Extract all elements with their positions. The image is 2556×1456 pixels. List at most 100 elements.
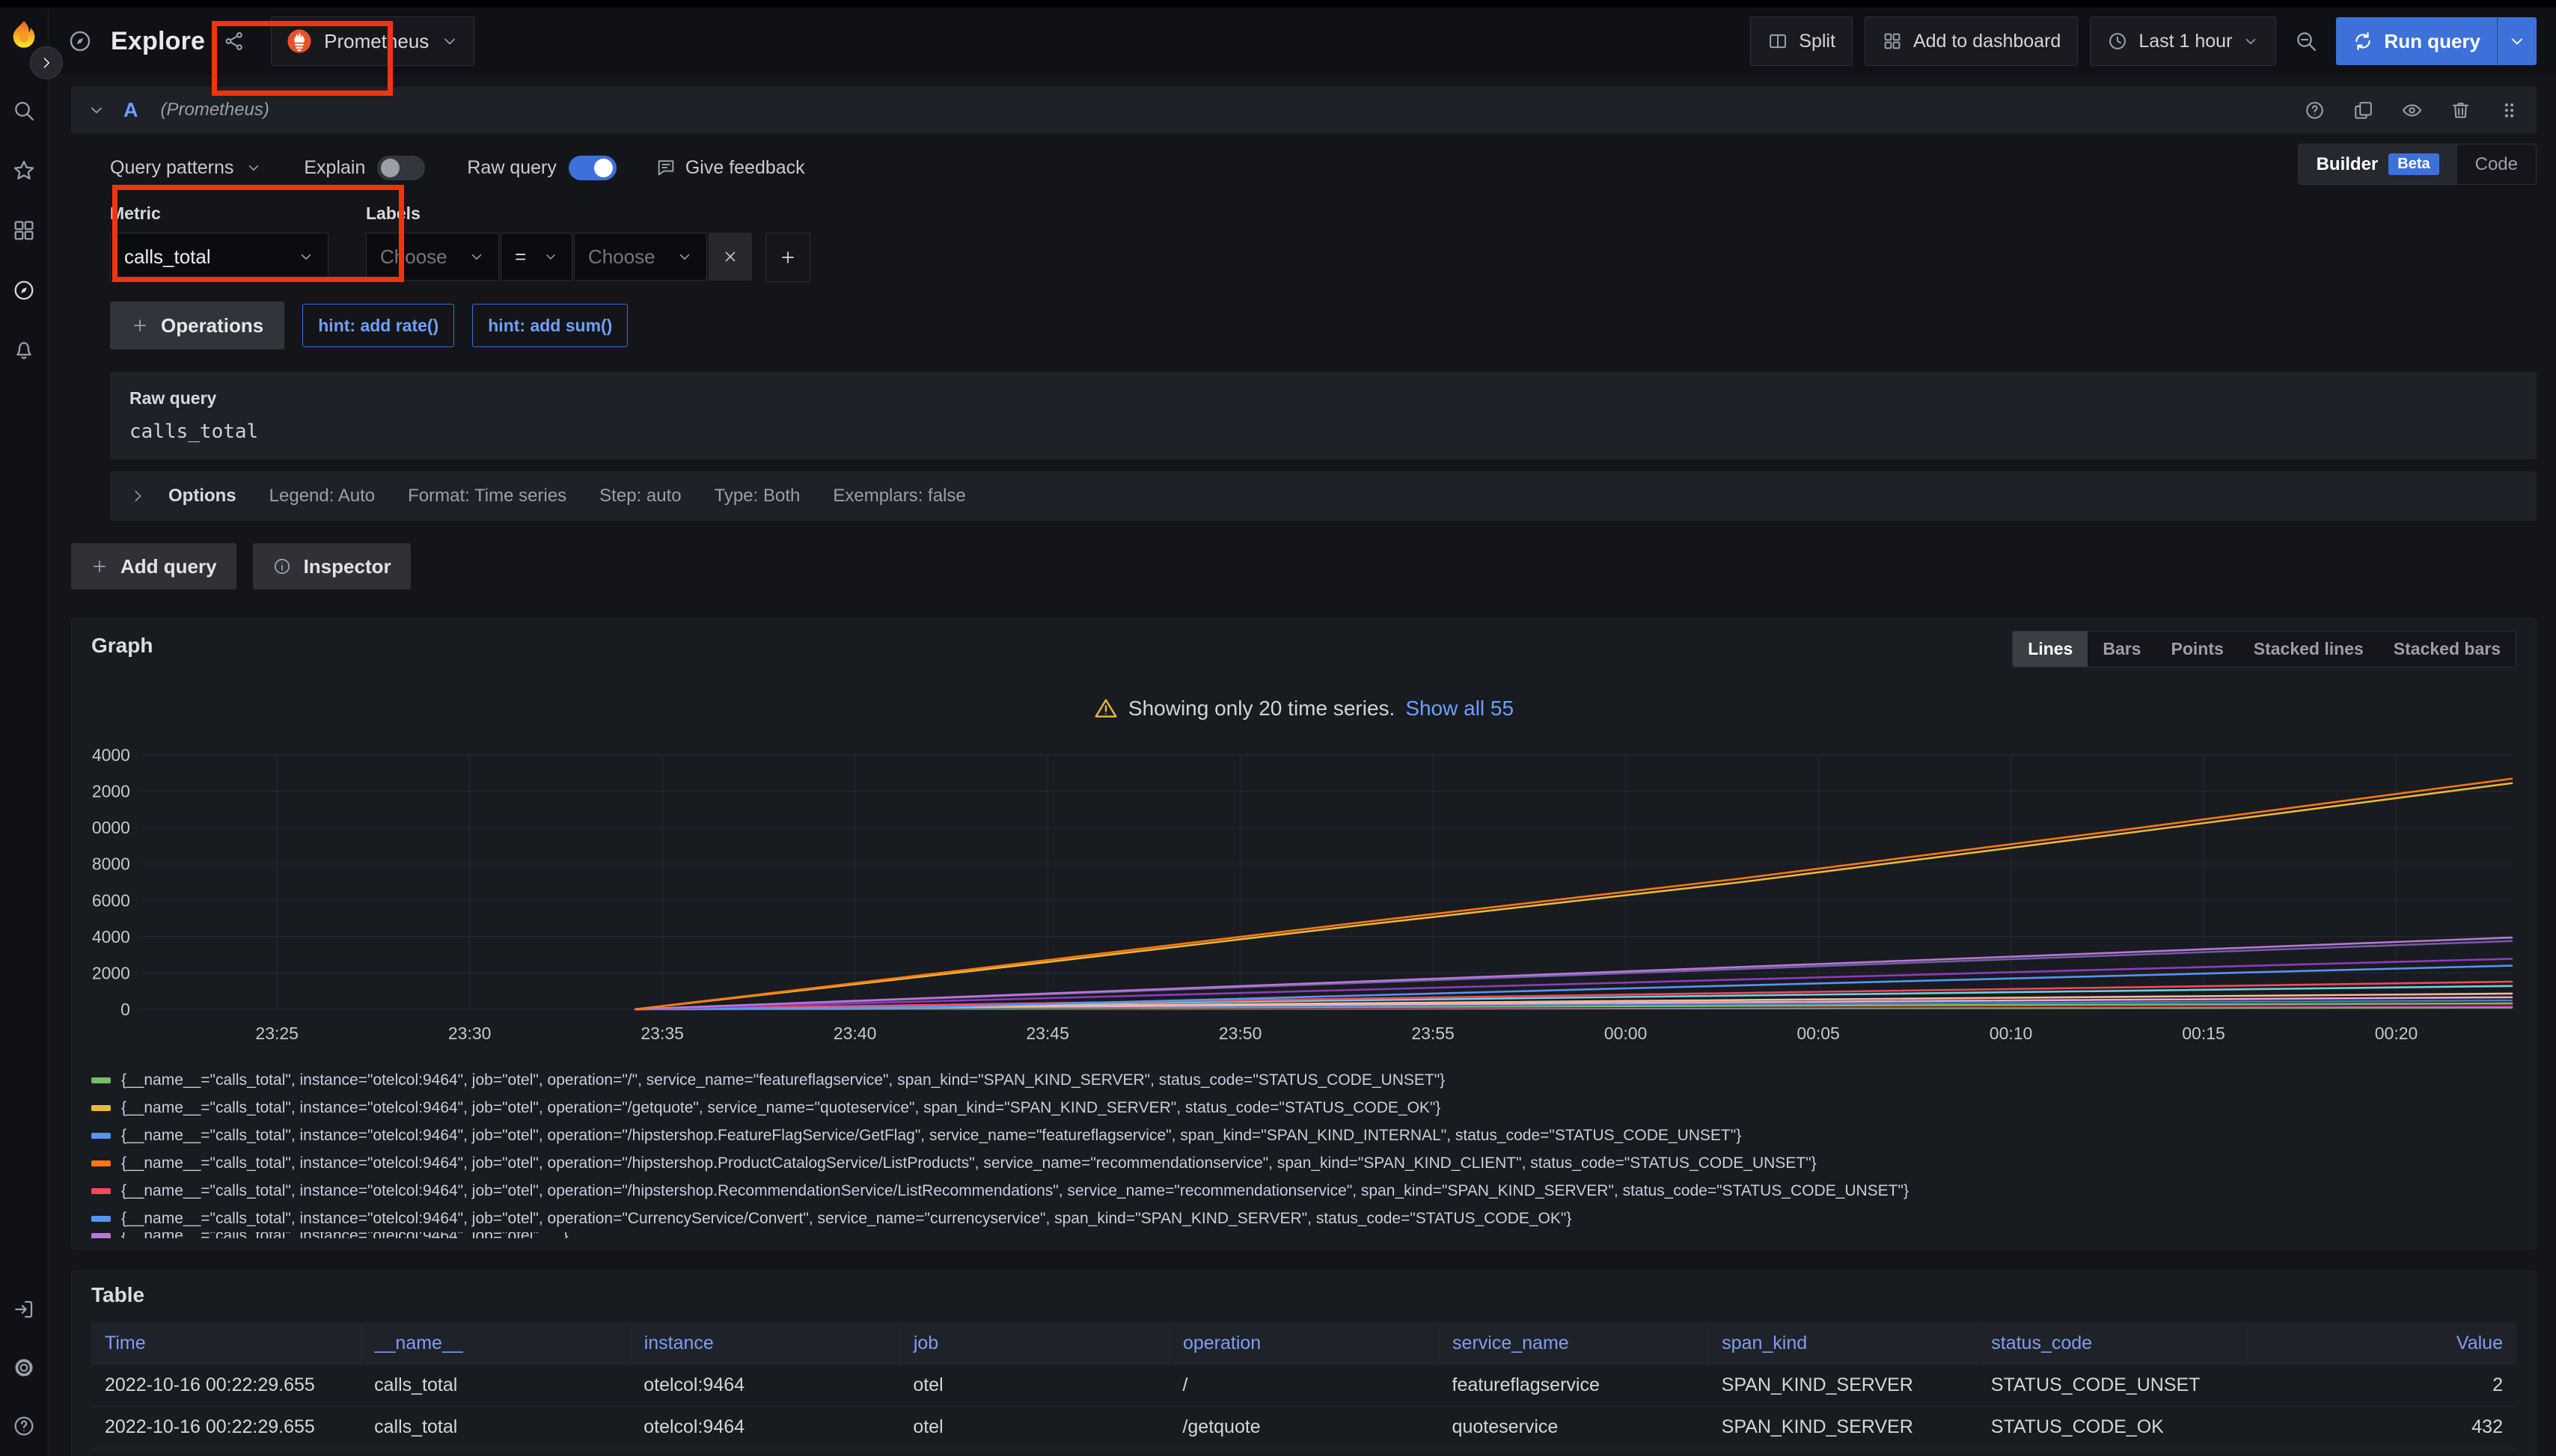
- run-query-button[interactable]: Run query: [2336, 17, 2497, 65]
- grafana-logo-icon[interactable]: [7, 18, 41, 52]
- raw-query-value: calls_total: [129, 420, 2517, 443]
- editor-mode-switcher: Builder Beta Code: [2298, 144, 2537, 185]
- split-button[interactable]: Split: [1750, 16, 1853, 66]
- column-header-time[interactable]: Time: [91, 1322, 361, 1365]
- eye-icon[interactable]: [2401, 100, 2423, 121]
- sidebar-bottom-group: [12, 1297, 36, 1438]
- copy-icon[interactable]: [2352, 100, 2374, 121]
- beta-badge: Beta: [2388, 153, 2439, 175]
- query-ref-id: A: [123, 99, 138, 122]
- add-to-dashboard-button[interactable]: Add to dashboard: [1865, 16, 2078, 66]
- remove-label-filter-button[interactable]: [709, 233, 752, 281]
- code-mode-tab[interactable]: Code: [2457, 145, 2536, 184]
- legend-item-label: {__name__="calls_total", instance="otelc…: [121, 1232, 569, 1238]
- legend-item-2[interactable]: {__name__="calls_total", instance="otelc…: [91, 1122, 2516, 1149]
- graph-mode-stacked-bars[interactable]: Stacked bars: [2379, 631, 2516, 667]
- clock-icon: [2107, 31, 2128, 52]
- legend-item-4[interactable]: {__name__="calls_total", instance="otelc…: [91, 1177, 2516, 1205]
- raw-query-toggle[interactable]: Raw query: [467, 156, 617, 180]
- topbar-right: Split Add to dashboard Last 1 hour Run q…: [1750, 16, 2537, 66]
- column-header-status-code[interactable]: status_code: [1978, 1322, 2247, 1365]
- collapse-chevron-icon[interactable]: [88, 101, 106, 119]
- legend-item-0[interactable]: {__name__="calls_total", instance="otelc…: [91, 1066, 2516, 1094]
- chevron-right-icon: [129, 488, 146, 504]
- graph-mode-stacked-lines[interactable]: Stacked lines: [2239, 631, 2379, 667]
- hint-button-1[interactable]: hint: add sum(): [472, 304, 628, 347]
- actions-row: Add query Inspector: [71, 543, 2537, 590]
- time-range-picker[interactable]: Last 1 hour: [2090, 16, 2276, 66]
- table-cell: otelcol:9464: [630, 1407, 899, 1449]
- run-query-dropdown[interactable]: [2497, 17, 2537, 65]
- hint-button-0[interactable]: hint: add rate(): [302, 304, 454, 347]
- graph-mode-points[interactable]: Points: [2156, 631, 2238, 667]
- explain-toggle[interactable]: Explain: [304, 156, 425, 180]
- column-header-instance[interactable]: instance: [630, 1322, 899, 1365]
- x-axis-tick-label: 00:20: [2375, 1024, 2418, 1043]
- label-operator-select[interactable]: =: [501, 233, 572, 281]
- column-header-span-kind[interactable]: span_kind: [1708, 1322, 1978, 1365]
- warning-triangle-icon: [1094, 697, 1118, 721]
- datasource-name: Prometheus: [324, 30, 429, 53]
- close-icon: [722, 248, 739, 265]
- column-header-service-name[interactable]: service_name: [1439, 1322, 1708, 1365]
- legend-item-partial[interactable]: {__name__="calls_total", instance="otelc…: [91, 1232, 2516, 1238]
- metric-field-label: Metric: [110, 204, 328, 224]
- labels-field: Labels Choose = Choose: [366, 204, 810, 282]
- options-bar[interactable]: Options Legend: AutoFormat: Time seriesS…: [110, 471, 2537, 521]
- help-circle-icon[interactable]: [2304, 100, 2326, 121]
- add-label-filter-button[interactable]: [765, 233, 810, 282]
- query-patterns-button[interactable]: Query patterns: [110, 157, 262, 179]
- legend-item-1[interactable]: {__name__="calls_total", instance="otelc…: [91, 1094, 2516, 1122]
- give-feedback-button[interactable]: Give feedback: [655, 157, 805, 179]
- label-key-select[interactable]: Choose: [366, 233, 499, 281]
- table-header-row: Time__name__instancejoboperationservice_…: [91, 1322, 2516, 1365]
- column-header---name--[interactable]: __name__: [361, 1322, 630, 1365]
- sidebar: [0, 7, 49, 1456]
- star-icon[interactable]: [12, 159, 36, 183]
- column-header-operation[interactable]: operation: [1169, 1322, 1438, 1365]
- legend-swatch: [91, 1233, 111, 1238]
- legend-item-5[interactable]: {__name__="calls_total", instance="otelc…: [91, 1205, 2516, 1232]
- drag-handle-icon[interactable]: [2498, 100, 2520, 121]
- explore-compass-icon[interactable]: [12, 278, 36, 302]
- table-cell: STATUS_CODE_OK: [1978, 1407, 2247, 1449]
- alerting-bell-icon[interactable]: [12, 338, 36, 362]
- graph-mode-bars[interactable]: Bars: [2088, 631, 2156, 667]
- table-cell: SPAN_KIND_SERVER: [1708, 1365, 1978, 1407]
- operations-button[interactable]: Operations: [110, 302, 284, 349]
- dashboards-icon[interactable]: [12, 218, 36, 242]
- legend-swatch: [91, 1105, 111, 1111]
- share-icon[interactable]: [223, 30, 245, 52]
- trash-icon[interactable]: [2450, 100, 2471, 121]
- raw-query-label: Raw query: [129, 388, 2517, 409]
- graph-mode-lines[interactable]: Lines: [2013, 631, 2088, 667]
- column-header-job[interactable]: job: [899, 1322, 1169, 1365]
- search-icon[interactable]: [12, 99, 36, 123]
- explain-switch[interactable]: [377, 156, 425, 180]
- metric-select[interactable]: calls_total: [110, 233, 328, 281]
- give-feedback-label: Give feedback: [685, 157, 805, 179]
- column-header-value[interactable]: Value: [2247, 1322, 2516, 1365]
- legend-item-3[interactable]: {__name__="calls_total", instance="otelc…: [91, 1149, 2516, 1177]
- sidebar-expand-button[interactable]: [30, 46, 63, 79]
- label-value-select[interactable]: Choose: [574, 233, 707, 281]
- show-all-series-link[interactable]: Show all 55: [1405, 697, 1514, 721]
- inspector-button[interactable]: Inspector: [253, 543, 411, 590]
- labels-field-label: Labels: [366, 204, 810, 224]
- datasource-picker[interactable]: Prometheus: [271, 16, 474, 66]
- builder-mode-tab[interactable]: Builder Beta: [2299, 144, 2457, 184]
- metric-select-value: calls_total: [124, 245, 211, 269]
- query-row-header[interactable]: A (Prometheus): [71, 87, 2537, 133]
- chevron-right-icon: [39, 55, 54, 70]
- add-query-button[interactable]: Add query: [71, 543, 236, 590]
- raw-query-switch[interactable]: [569, 156, 617, 180]
- y-axis-tick-label: 6000: [92, 890, 130, 910]
- settings-gear-icon[interactable]: [12, 1356, 36, 1380]
- sign-in-icon[interactable]: [12, 1297, 36, 1321]
- legend-item-label: {__name__="calls_total", instance="otelc…: [121, 1071, 1445, 1089]
- graph-legend: {__name__="calls_total", instance="otelc…: [91, 1066, 2516, 1238]
- legend-swatch: [91, 1077, 111, 1083]
- help-icon[interactable]: [12, 1414, 36, 1438]
- zoom-out-button[interactable]: [2288, 17, 2324, 65]
- page-title: Explore: [111, 27, 205, 56]
